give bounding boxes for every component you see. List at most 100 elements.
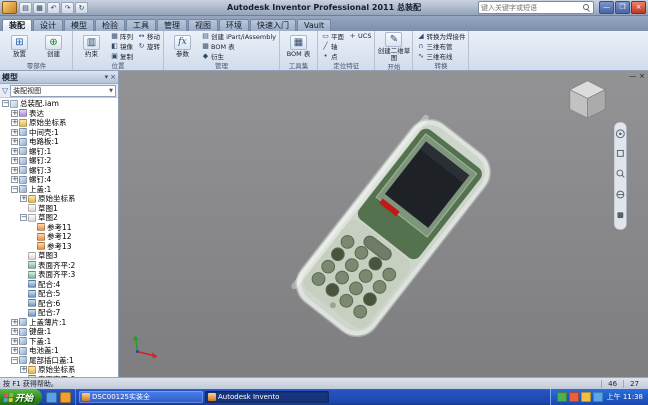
- task-icon: [82, 393, 91, 401]
- tree-item[interactable]: + 中间壳:1: [0, 128, 118, 138]
- start-button[interactable]: 开始: [0, 389, 43, 405]
- button-旋转[interactable]: ↻ 旋转: [136, 41, 161, 52]
- redo-icon[interactable]: ↷: [61, 1, 74, 14]
- collapse-icon[interactable]: −: [11, 356, 18, 364]
- button-创建[interactable]: ⊕ 创建: [37, 34, 70, 59]
- task-button[interactable]: Autodesk Invento: [205, 391, 330, 403]
- help-search-input[interactable]: [481, 3, 581, 12]
- button-放置[interactable]: ⊞ 放置: [3, 34, 36, 59]
- tab-装配[interactable]: 装配: [2, 19, 32, 31]
- tree-item[interactable]: + 上盖薄片:1: [0, 318, 118, 328]
- button-三维布管[interactable]: ∩ 三维布管: [415, 41, 466, 52]
- expand-icon[interactable]: +: [11, 166, 18, 174]
- tree-item[interactable]: + 电路板:1: [0, 137, 118, 147]
- weld-icon: ◢: [418, 31, 424, 40]
- tray-icon-0[interactable]: [556, 392, 567, 402]
- button-BOM 表[interactable]: ▦ BOM 表: [200, 41, 277, 52]
- expand-icon[interactable]: +: [11, 157, 18, 165]
- tree-item[interactable]: + 下盖:1: [0, 337, 118, 347]
- button-BOM 表[interactable]: ▦ BOM 表: [282, 34, 315, 59]
- look-at-icon[interactable]: [617, 212, 624, 219]
- tree-item[interactable]: + 螺钉:2: [0, 156, 118, 166]
- minimize-button[interactable]: —: [599, 1, 614, 14]
- expand-icon[interactable]: +: [11, 119, 18, 127]
- browser-view-dropdown[interactable]: 装配视图 ▼: [10, 84, 116, 97]
- phone-model[interactable]: [287, 110, 500, 346]
- collapse-icon[interactable]: −: [2, 100, 9, 108]
- quick-launch-icon-1[interactable]: [60, 391, 72, 403]
- tree-item[interactable]: + 螺钉:3: [0, 166, 118, 176]
- expand-icon[interactable]: +: [11, 176, 18, 184]
- collapse-icon[interactable]: −: [20, 214, 27, 222]
- filter-icon[interactable]: ▽: [2, 86, 8, 95]
- viewport[interactable]: — ×: [119, 71, 648, 377]
- tree-item[interactable]: + 原始坐标系: [0, 118, 118, 128]
- expand-icon[interactable]: +: [11, 128, 18, 136]
- button-移动[interactable]: ↔ 移动: [136, 31, 161, 42]
- tab-视图[interactable]: 视图: [188, 19, 218, 31]
- expand-icon[interactable]: +: [20, 366, 27, 374]
- button-约束[interactable]: ▥ 约束: [75, 34, 108, 59]
- button-衍生[interactable]: ◆ 衍生: [200, 51, 277, 62]
- close-button[interactable]: ×: [631, 1, 646, 14]
- tree-item[interactable]: 参考13: [0, 242, 118, 252]
- tree-item[interactable]: 草图1: [0, 204, 118, 214]
- expand-icon[interactable]: +: [20, 195, 27, 203]
- print-icon[interactable]: ▦: [33, 1, 46, 14]
- button-三维布线[interactable]: ∿ 三维布线: [415, 51, 466, 62]
- tray-icon-3[interactable]: [592, 392, 603, 402]
- button-label: 参数: [176, 50, 189, 58]
- tab-管理[interactable]: 管理: [157, 19, 187, 31]
- expand-icon[interactable]: +: [11, 138, 18, 146]
- browser-menu-icon[interactable]: ▾: [105, 73, 109, 81]
- undo-icon[interactable]: ↶: [47, 1, 60, 14]
- expand-icon[interactable]: +: [11, 147, 18, 155]
- tree-item[interactable]: + 螺钉:4: [0, 175, 118, 185]
- viewcube[interactable]: [569, 80, 606, 119]
- tab-检验[interactable]: 检验: [95, 19, 125, 31]
- tree-item[interactable]: + 原始坐标系: [0, 194, 118, 204]
- button-阵列[interactable]: ▦ 阵列: [109, 31, 134, 42]
- doc-close-icon[interactable]: ×: [639, 72, 645, 80]
- restore-button[interactable]: ❐: [615, 1, 630, 14]
- tab-工具[interactable]: 工具: [126, 19, 156, 31]
- tray-icon-1[interactable]: [568, 392, 579, 402]
- expand-icon[interactable]: +: [11, 328, 18, 336]
- task-button[interactable]: DSC00125实装全: [79, 391, 204, 403]
- tab-Vault[interactable]: Vault: [297, 19, 332, 31]
- tree-item[interactable]: + 螺钉:1: [0, 147, 118, 157]
- start-label: 开始: [15, 393, 34, 404]
- expand-icon[interactable]: +: [11, 337, 18, 345]
- button-镜像[interactable]: ◧ 镜像: [109, 41, 134, 52]
- ipart-icon: ▤: [202, 31, 209, 40]
- button-参数[interactable]: fx 参数: [166, 34, 199, 59]
- update-icon[interactable]: ↻: [75, 1, 88, 14]
- doc-minimize-icon[interactable]: —: [629, 72, 636, 80]
- expand-icon[interactable]: +: [11, 318, 18, 326]
- tab-模型[interactable]: 模型: [64, 19, 94, 31]
- application-menu-icon[interactable]: [2, 1, 17, 14]
- tab-快速入门[interactable]: 快速入门: [250, 19, 296, 31]
- button-平面[interactable]: ▭ 平面: [320, 31, 345, 42]
- tree-item[interactable]: + 键盘:1: [0, 327, 118, 337]
- collapse-icon[interactable]: −: [11, 185, 18, 193]
- search-icon[interactable]: [583, 3, 591, 12]
- tree-item[interactable]: − 总装配.iam: [0, 99, 118, 109]
- button-转换为焊接件[interactable]: ◢ 转换为焊接件: [415, 31, 466, 42]
- button-创建二维草图[interactable]: ✎ 创建二维草图: [377, 31, 410, 63]
- save-icon[interactable]: ▤: [19, 1, 32, 14]
- part-icon: [19, 128, 27, 137]
- button-UCS[interactable]: + UCS: [347, 31, 372, 41]
- expand-icon[interactable]: +: [11, 347, 18, 355]
- tray-icon-2[interactable]: [580, 392, 591, 402]
- button-复制[interactable]: ▣ 复制: [109, 51, 134, 62]
- tab-设计[interactable]: 设计: [33, 19, 63, 31]
- tab-环境[interactable]: 环境: [219, 19, 249, 31]
- expand-icon[interactable]: +: [11, 109, 18, 117]
- browser-close-icon[interactable]: ×: [110, 73, 116, 81]
- button-点[interactable]: • 点: [320, 51, 345, 62]
- button-创建 iPart/iAssembly[interactable]: ▤ 创建 iPart/iAssembly: [200, 31, 277, 42]
- button-轴[interactable]: ╱ 轴: [320, 41, 345, 52]
- quick-launch-icon-0[interactable]: [46, 391, 58, 403]
